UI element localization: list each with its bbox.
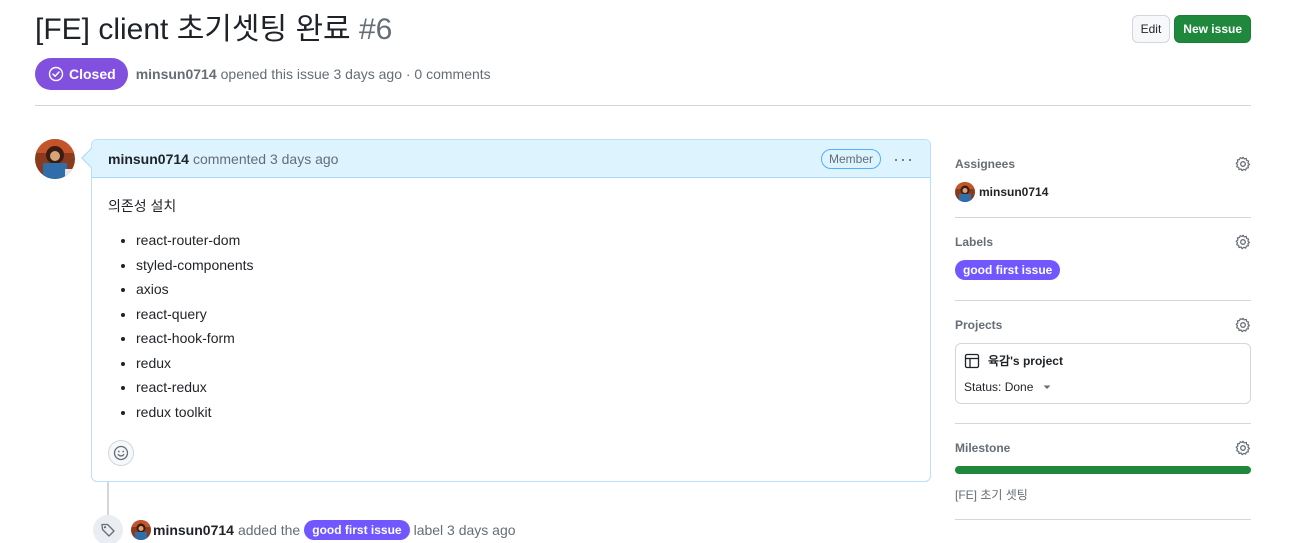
comment-body: 의존성 설치 react-router-dom styled-component… (92, 178, 930, 440)
project-status-dropdown[interactable]: Status: Done (964, 379, 1242, 395)
event-label[interactable]: good first issue (304, 520, 410, 540)
tag-icon (101, 523, 115, 537)
milestone-gear-icon[interactable] (1235, 440, 1251, 456)
assignees-gear-icon[interactable] (1235, 156, 1251, 172)
projects-section: Projects 육감's project Status: Done (955, 301, 1251, 424)
labels-heading: Labels (955, 235, 994, 249)
issue-author-link[interactable]: minsun0714 (136, 66, 217, 82)
assignee-name: minsun0714 (979, 185, 1049, 199)
milestone-name[interactable]: [FE] 초기 셋팅 (955, 486, 1251, 503)
assignees-section: Assignees minsun0714 (955, 140, 1251, 218)
new-issue-button[interactable]: New issue (1174, 15, 1251, 43)
list-item: redux toolkit (136, 400, 914, 425)
add-reaction-button[interactable] (108, 440, 134, 466)
triangle-down-icon (1043, 385, 1051, 389)
issue-title-text: [FE] client 초기셋팅 완료 (35, 13, 351, 46)
issue-header: [FE] client 초기셋팅 완료 #6 Edit New issue Cl… (35, 0, 1251, 106)
assignee-avatar (955, 182, 975, 202)
milestone-progress-bar (955, 466, 1251, 474)
list-item: react-hook-form (136, 326, 914, 351)
issue-title: [FE] client 초기셋팅 완료 #6 (35, 11, 392, 49)
header-actions: Edit New issue (1131, 15, 1251, 43)
list-item: axios (136, 277, 914, 302)
member-badge: Member (821, 148, 882, 169)
kebab-menu-icon[interactable]: ··· (893, 150, 914, 168)
assignees-heading: Assignees (955, 157, 1016, 171)
event-text-before: added the (237, 522, 301, 538)
list-item: react-query (136, 302, 914, 327)
comment-meta[interactable]: commented 3 days ago (193, 151, 339, 167)
event-icon-wrap (93, 515, 123, 543)
comment-header: minsun0714 commented 3 days ago Member ·… (92, 140, 930, 178)
event-text-after: label 3 days ago (413, 522, 516, 538)
comment-author-link[interactable]: minsun0714 (108, 151, 189, 167)
table-icon (964, 353, 980, 368)
event-author-link[interactable]: minsun0714 (153, 522, 234, 538)
check-circle-icon (48, 66, 64, 82)
list-item: styled-components (136, 253, 914, 278)
project-name: 육감's project (988, 354, 1063, 368)
comment-heading: 의존성 설치 (108, 198, 177, 214)
labels-gear-icon[interactable] (1235, 234, 1251, 250)
comment-box: minsun0714 commented 3 days ago Member ·… (81, 139, 931, 482)
list-item: react-redux (136, 375, 914, 400)
milestone-section: Milestone [FE] 초기 셋팅 (955, 424, 1251, 520)
list-item: react-router-dom (136, 228, 914, 253)
state-badge: Closed (35, 58, 128, 90)
projects-heading: Projects (955, 318, 1003, 332)
smiley-icon (113, 445, 129, 461)
list-item: redux (136, 351, 914, 376)
comment-author-avatar[interactable] (35, 139, 75, 179)
issue-sidebar: Assignees minsun0714 Labels good first i… (955, 140, 1251, 520)
projects-gear-icon[interactable] (1235, 317, 1251, 333)
issue-number: #6 (359, 13, 393, 46)
edit-button[interactable]: Edit (1131, 15, 1171, 43)
assignee-item[interactable]: minsun0714 (955, 182, 1251, 202)
milestone-heading: Milestone (955, 441, 1011, 455)
dependency-list: react-router-dom styled-components axios… (108, 228, 914, 424)
label-event: minsun0714 added the good first issue la… (93, 515, 516, 543)
issue-meta: Closed minsun0714 opened this issue 3 da… (35, 58, 491, 90)
issue-opened-text: opened this issue 3 days ago · 0 comment… (220, 66, 491, 82)
project-status-text: Status: Done (964, 380, 1034, 394)
labels-section: Labels good first issue (955, 218, 1251, 301)
project-card[interactable]: 육감's project Status: Done (955, 343, 1251, 404)
event-author-avatar[interactable] (131, 520, 151, 540)
sidebar-label-pill[interactable]: good first issue (955, 260, 1061, 280)
state-label: Closed (69, 66, 116, 82)
avatar-image (35, 139, 75, 179)
